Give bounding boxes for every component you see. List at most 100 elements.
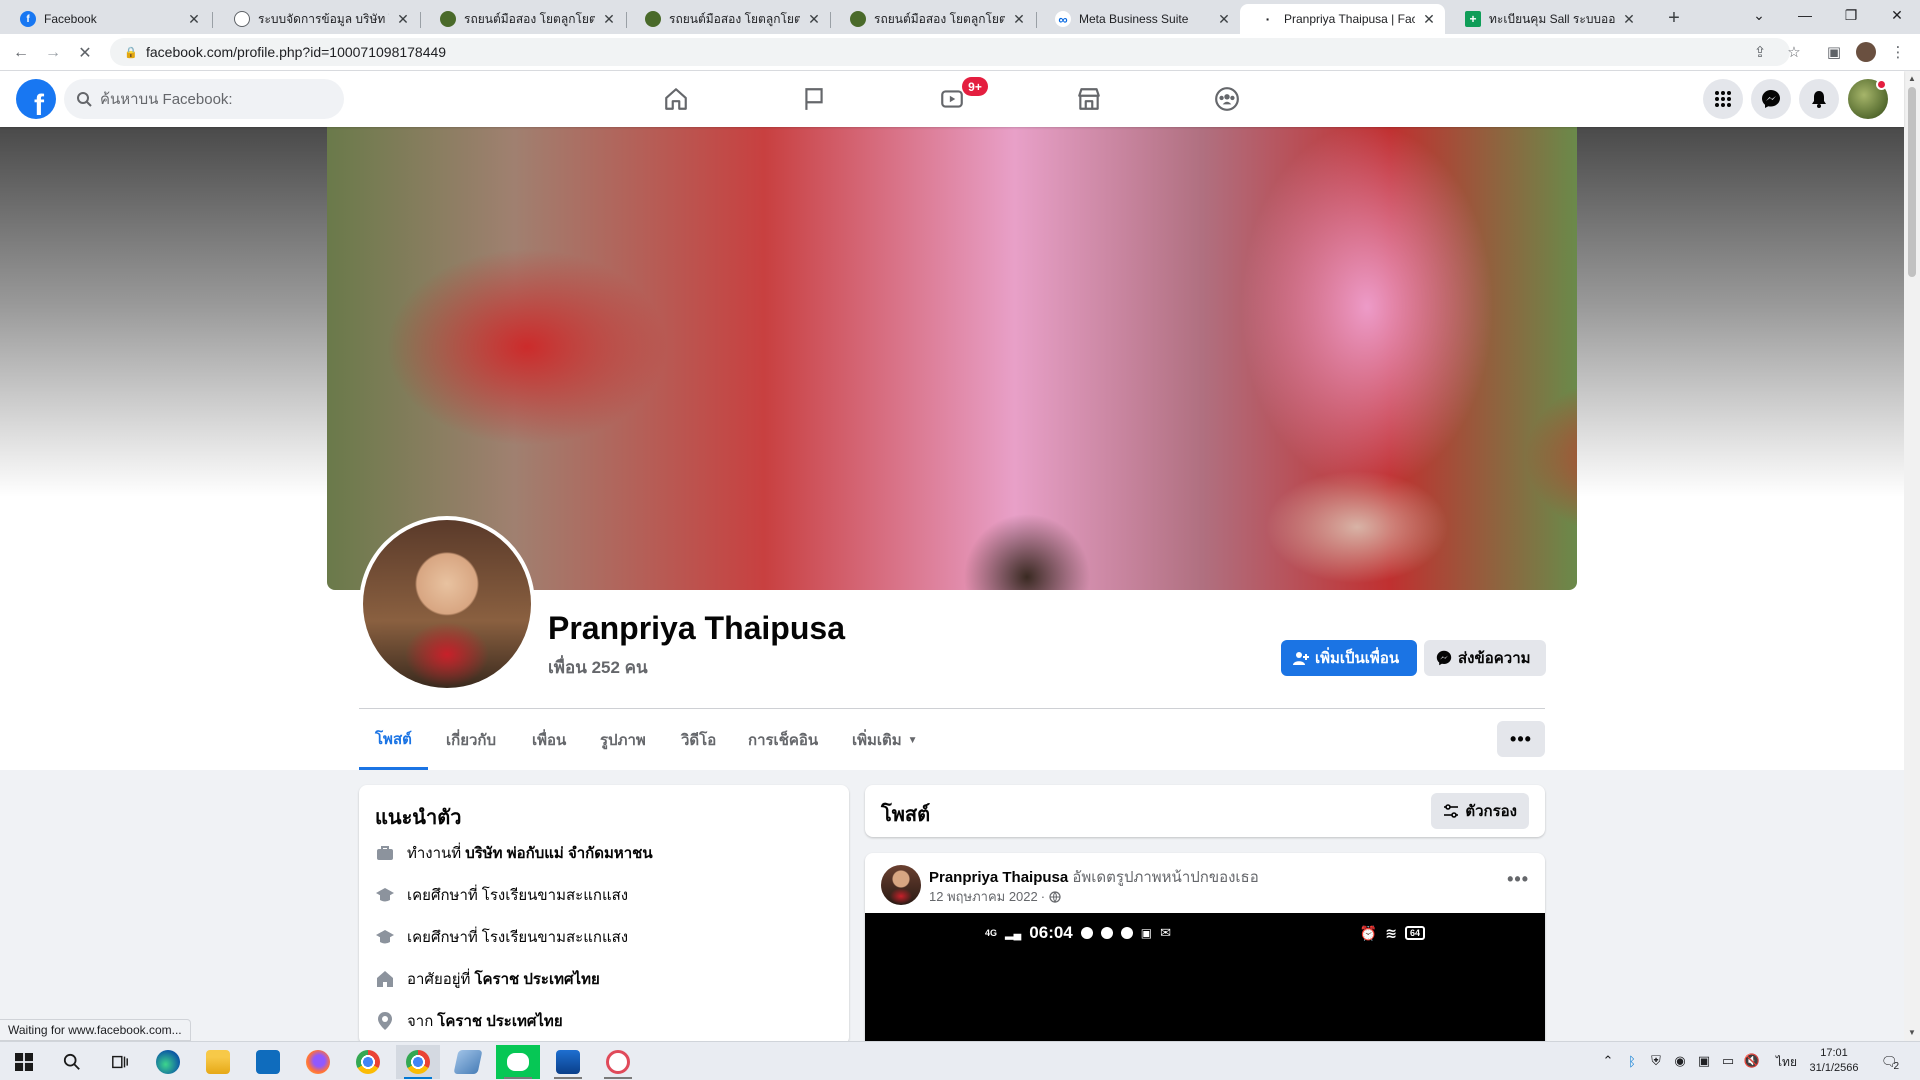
send-message-button[interactable]: ส่งข้อความ	[1424, 640, 1546, 676]
post-options-button[interactable]: •••	[1507, 869, 1529, 890]
close-icon[interactable]: ✕	[1421, 11, 1437, 27]
profile-picture[interactable]	[359, 516, 535, 692]
speaker-muted-icon[interactable]: 🔇	[1744, 1053, 1760, 1069]
scroll-thumb[interactable]	[1908, 87, 1916, 277]
post-date[interactable]: 12 พฤษภาคม 2022	[929, 886, 1038, 907]
back-button[interactable]: ←	[8, 40, 34, 66]
menu-grid-button[interactable]	[1703, 79, 1743, 119]
tab-search-chevron-icon[interactable]: ⌄	[1736, 0, 1782, 30]
browser-tab[interactable]: ระบบจัดการข้อมูล บริษัท โยตลู... ✕	[214, 4, 419, 34]
nav-pages[interactable]	[758, 71, 870, 127]
tab-posts[interactable]: โพสต์	[359, 710, 428, 770]
scroll-up-arrow-icon[interactable]: ▲	[1908, 75, 1916, 83]
tab-checkins[interactable]: การเช็คอิน	[732, 710, 834, 770]
taskbar-clock[interactable]: 17:01 31/1/2566	[1806, 1046, 1862, 1076]
taskbar-app-line[interactable]	[496, 1045, 540, 1079]
taskbar-app-chrome[interactable]	[346, 1045, 390, 1079]
nav-groups[interactable]	[1171, 71, 1283, 127]
nav-home[interactable]	[620, 71, 732, 127]
tab-title: รถยนต์มือสอง โยตลูกโยต อุดร...	[669, 11, 800, 26]
tab-about[interactable]: เกี่ยวกับ	[430, 710, 512, 770]
side-panel-icon[interactable]: ▣	[1824, 42, 1844, 62]
chat-notif-icon	[1100, 927, 1113, 939]
nav-marketplace[interactable]	[1033, 71, 1145, 127]
friends-count[interactable]: เพื่อน 252 คน	[548, 654, 648, 681]
post-image[interactable]: 4G ▂▄ 06:04 ▣ ✉ ⏰ ≋ 64	[865, 913, 1545, 1053]
browser-tab[interactable]: รถยนต์มือสอง โยตลูกโยต อุดร... ✕	[625, 4, 830, 34]
app-window-icon	[453, 1050, 483, 1074]
filter-button[interactable]: ตัวกรอง	[1431, 793, 1529, 829]
tab-photos[interactable]: รูปภาพ	[584, 710, 662, 770]
close-icon[interactable]: ✕	[186, 11, 202, 27]
chrome-profile-avatar[interactable]	[1856, 42, 1876, 62]
tab-friends[interactable]: เพื่อน	[516, 710, 582, 770]
meta-icon: ∞	[1055, 11, 1071, 27]
taskbar-app-mail[interactable]	[246, 1045, 290, 1079]
share-icon[interactable]: ⇪	[1750, 42, 1770, 62]
taskbar-app-edge[interactable]	[146, 1045, 190, 1079]
scroll-down-arrow-icon[interactable]: ▼	[1908, 1029, 1916, 1037]
network-icon[interactable]: ▭	[1720, 1053, 1736, 1069]
tray-monitor-icon[interactable]: ▣	[1696, 1053, 1712, 1069]
search-icon	[77, 92, 92, 107]
taskbar-app-firefox[interactable]	[296, 1045, 340, 1079]
taskbar-search-button[interactable]	[50, 1045, 94, 1079]
taskbar-app-generic[interactable]	[446, 1045, 490, 1079]
intro-value-link[interactable]: โรงเรียนขามสะแกแสง	[482, 925, 628, 949]
close-icon[interactable]: ✕	[601, 11, 617, 27]
browser-tab[interactable]: รถยนต์มือสอง โยตลูกโยต อุดร... ✕	[830, 4, 1035, 34]
messenger-button[interactable]	[1751, 79, 1791, 119]
cover-photo[interactable]	[327, 127, 1577, 590]
task-view-button[interactable]	[98, 1045, 142, 1079]
page-scrollbar[interactable]: ▲ ▼	[1904, 71, 1920, 1041]
post-author-name[interactable]: Pranpriya Thaipusa	[929, 869, 1068, 886]
search-placeholder: ค้นหาบน Facebook:	[100, 91, 233, 108]
security-shield-icon[interactable]: ⛨	[1648, 1053, 1664, 1069]
browser-tab[interactable]: f Facebook ✕	[0, 4, 210, 34]
bluetooth-icon[interactable]: ᛒ	[1624, 1053, 1640, 1069]
forward-button[interactable]: →	[40, 40, 66, 66]
close-icon[interactable]: ✕	[806, 11, 822, 27]
close-icon[interactable]: ✕	[1621, 11, 1637, 27]
restore-button[interactable]: ❐	[1828, 0, 1874, 30]
close-icon[interactable]: ✕	[395, 11, 411, 27]
search-input[interactable]: ค้นหาบน Facebook:	[64, 79, 344, 119]
intro-value-link[interactable]: โคราช ประเทศไทย	[474, 967, 599, 991]
browser-tab[interactable]: รถยนต์มือสอง โยตลูกโยต อุดร... ✕	[420, 4, 625, 34]
tab-more[interactable]: เพิ่มเติม ▼	[836, 710, 934, 770]
new-tab-button[interactable]: +	[1660, 4, 1688, 32]
close-icon[interactable]: ✕	[1216, 11, 1232, 27]
notifications-button[interactable]	[1799, 79, 1839, 119]
browser-tab[interactable]: ∞ Meta Business Suite ✕	[1035, 4, 1240, 34]
tray-app-icon[interactable]: ◉	[1672, 1053, 1688, 1069]
chrome-menu-icon[interactable]: ⋮	[1888, 42, 1908, 62]
post-author-avatar[interactable]	[881, 865, 921, 905]
intro-value-link[interactable]: บริษัท พ่อกับแม่ จำกัดมหาชน	[465, 841, 652, 865]
tab-videos[interactable]: วิดีโอ	[665, 710, 732, 770]
facebook-logo-icon[interactable]: f	[16, 79, 56, 119]
profile-more-options-button[interactable]: •••	[1497, 721, 1545, 757]
address-bar[interactable]: 🔒 facebook.com/profile.php?id=1000710981…	[110, 38, 1790, 66]
action-center-button[interactable]: 🗨 2	[1878, 1050, 1902, 1074]
bookmark-star-icon[interactable]: ☆	[1784, 42, 1804, 62]
add-friend-button[interactable]: เพิ่มเป็นเพื่อน	[1281, 640, 1417, 676]
minimize-button[interactable]: —	[1782, 0, 1828, 30]
intro-value-link[interactable]: โรงเรียนขามสะแกแสง	[482, 883, 628, 907]
close-icon[interactable]: ✕	[1011, 11, 1027, 27]
browser-tab-active[interactable]: · Pranpriya Thaipusa | Faceb ✕	[1240, 4, 1445, 34]
taskbar-app-photos[interactable]	[546, 1045, 590, 1079]
start-button[interactable]	[2, 1045, 46, 1079]
tray-overflow-chevron-icon[interactable]: ⌃	[1600, 1053, 1616, 1069]
sheets-icon: +	[1465, 11, 1481, 27]
input-language[interactable]: ไทย	[1776, 1053, 1797, 1072]
close-window-button[interactable]: ✕	[1874, 0, 1920, 30]
browser-tab[interactable]: + ทะเบียนคุม Sall ระบบออนไลน์ ✕	[1445, 4, 1645, 34]
intro-value-link[interactable]: โคราช ประเทศไทย	[437, 1009, 562, 1033]
taskbar-app-chrome-active[interactable]	[396, 1045, 440, 1079]
taskbar-app-snip[interactable]	[596, 1045, 640, 1079]
stop-loading-button[interactable]: ✕	[72, 40, 98, 66]
taskbar-app-explorer[interactable]	[196, 1045, 240, 1079]
nav-watch[interactable]: 9+	[896, 71, 1008, 127]
alarm-clock-icon: ⏰	[1359, 924, 1378, 941]
battery-level: 64	[1404, 926, 1425, 940]
